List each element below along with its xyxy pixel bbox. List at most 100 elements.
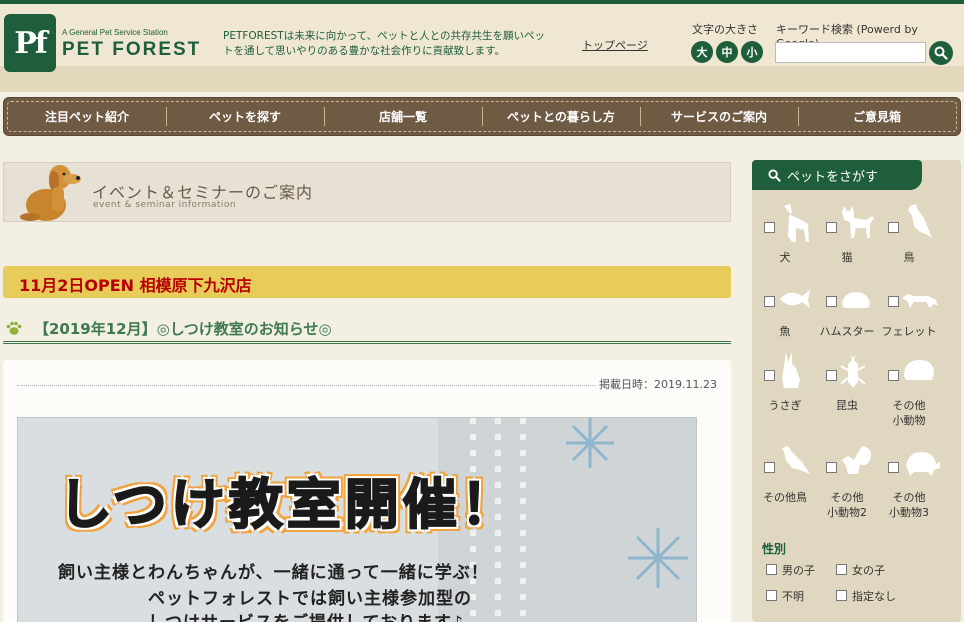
- pet-option-hamster[interactable]: ハムスター: [816, 276, 878, 346]
- seminar-poster: しつけ教室開催！ 飼い主様とわんちゃんが、一緒に通って一緒に学ぶ！ ペットフォレ…: [17, 417, 697, 622]
- pet-label: 鳥: [903, 251, 915, 264]
- gender-checkbox[interactable]: [836, 564, 847, 575]
- pet-checkbox[interactable]: [764, 462, 775, 473]
- pet-option-cat[interactable]: 猫: [816, 202, 878, 272]
- event-banner: イベント＆セミナーのご案内 event & seminar informatio…: [3, 162, 731, 222]
- pet-checkbox[interactable]: [826, 222, 837, 233]
- pet-label: 魚: [779, 325, 791, 338]
- nav-living-with-pets[interactable]: ペットとの暮らし方: [482, 102, 640, 131]
- cat-icon: [842, 206, 874, 238]
- pet-label: フェレット: [881, 325, 937, 338]
- post-content: 掲載日時：2019.11.23 しつけ教室開催！ 飼い主様とわんちゃんが、一緒に…: [3, 360, 731, 622]
- gender-checkbox[interactable]: [766, 564, 777, 575]
- logo-subtitle: A General Pet Service Station: [62, 28, 168, 37]
- hamster-icon: [842, 292, 870, 308]
- pet-checkbox[interactable]: [888, 370, 899, 381]
- pet-option-other-bird[interactable]: その他鳥: [754, 442, 816, 512]
- top-page-link[interactable]: トップページ: [582, 37, 648, 53]
- gender-checkbox[interactable]: [836, 590, 847, 601]
- font-size-medium-button[interactable]: 中: [716, 41, 738, 63]
- main-nav: 注目ペット紹介 ペットを探す 店舗一覧 ペットとの暮らし方 サービスのご案内 ご…: [3, 97, 961, 136]
- pet-option-other-small-2[interactable]: その他 小動物2: [816, 442, 878, 519]
- fish-icon: [780, 290, 810, 308]
- turtle-icon: [906, 452, 940, 476]
- pet-checkbox[interactable]: [826, 296, 837, 307]
- squirrel-icon: [842, 446, 871, 474]
- logo-wordmark[interactable]: PET FOREST: [62, 39, 201, 61]
- other-bird-icon: [782, 446, 810, 474]
- pet-checkbox[interactable]: [826, 462, 837, 473]
- gender-label: 男の子: [782, 564, 815, 577]
- pet-label: ハムスター: [819, 325, 875, 338]
- post-title-row: 【2019年12月】◎しつけ教室のお知らせ◎: [3, 316, 731, 344]
- search-input[interactable]: [775, 42, 926, 63]
- nav-services[interactable]: サービスのご案内: [640, 102, 798, 131]
- rabbit-icon: [782, 352, 800, 388]
- pet-option-insect[interactable]: 昆虫: [816, 350, 878, 420]
- poster-line-3: しつけサービスをご提供しております♪: [148, 608, 464, 622]
- gender-option-female[interactable]: 女の子: [836, 562, 885, 578]
- sidebar-header: ペットをさがす: [752, 160, 922, 190]
- gender-filter-title: 性別: [762, 542, 787, 556]
- nav-store-list[interactable]: 店舗一覧: [324, 102, 482, 131]
- nav-feedback[interactable]: ご意見箱: [798, 102, 956, 131]
- nav-find-pets[interactable]: ペットを探す: [166, 102, 324, 131]
- pet-option-dog[interactable]: 犬: [754, 202, 816, 272]
- gender-option-unknown[interactable]: 不明: [766, 588, 804, 604]
- gender-option-any[interactable]: 指定なし: [836, 588, 896, 604]
- pet-label: その他 小動物3: [889, 491, 929, 519]
- poster-title: しつけ教室開催！: [57, 472, 519, 537]
- pet-option-other-small-3[interactable]: その他 小動物3: [878, 442, 940, 519]
- main-nav-inner: 注目ペット紹介 ペットを探す 店舗一覧 ペットとの暮らし方 サービスのご案内 ご…: [7, 101, 957, 132]
- font-size-label: 文字の大きさ: [692, 23, 758, 36]
- post-title: 【2019年12月】◎しつけ教室のお知らせ◎: [34, 320, 332, 338]
- pet-checkbox[interactable]: [826, 370, 837, 381]
- pet-option-bird[interactable]: 鳥: [878, 202, 940, 272]
- pet-checkbox[interactable]: [888, 462, 899, 473]
- pet-checkbox[interactable]: [764, 296, 775, 307]
- header-texture-band: [0, 66, 964, 92]
- post-date: 掲載日時：2019.11.23: [595, 376, 717, 392]
- pet-checkbox[interactable]: [888, 222, 899, 233]
- gender-label: 不明: [782, 590, 804, 603]
- gender-option-male[interactable]: 男の子: [766, 562, 815, 578]
- site-tagline: PETFORESTは未来に向かって、ペットと人との共存共生を願いペットを通して思…: [223, 30, 546, 57]
- poster-line-2: ペットフォレストでは飼い主様参加型の: [148, 589, 472, 609]
- pet-option-other-small[interactable]: その他 小動物: [878, 350, 940, 427]
- golden-retriever-icon: [20, 165, 81, 221]
- pet-label: 昆虫: [836, 399, 858, 412]
- search-button[interactable]: [929, 41, 953, 65]
- pet-label: うさぎ: [768, 399, 802, 412]
- pet-label: 猫: [841, 251, 853, 264]
- pet-option-rabbit[interactable]: うさぎ: [754, 350, 816, 420]
- gender-label: 女の子: [852, 564, 885, 577]
- pet-checkbox[interactable]: [888, 296, 899, 307]
- sidebar-header-label: ペットをさがす: [787, 169, 879, 185]
- pet-label: その他 小動物2: [827, 491, 867, 519]
- pet-option-ferret[interactable]: フェレット: [878, 276, 940, 346]
- beetle-icon: [840, 354, 866, 388]
- pet-checkbox[interactable]: [764, 370, 775, 381]
- small-animal-icon: [904, 360, 934, 380]
- announcement-text[interactable]: 11月2日OPEN 相模原下九沢店: [19, 272, 252, 296]
- announcement-bar[interactable]: 11月2日OPEN 相模原下九沢店: [3, 266, 731, 298]
- event-subtitle: event & seminar information: [93, 200, 237, 210]
- paw-icon: [6, 321, 22, 335]
- dog-icon: [784, 204, 809, 242]
- font-size-small-button[interactable]: 小: [741, 41, 763, 63]
- poster-line-1: 飼い主様とわんちゃんが、一緒に通って一緒に学ぶ！: [58, 563, 489, 583]
- gender-checkbox[interactable]: [766, 590, 777, 601]
- logo-mark[interactable]: Pf: [4, 14, 56, 72]
- search-icon: [768, 168, 781, 182]
- pet-option-fish[interactable]: 魚: [754, 276, 816, 346]
- pet-label: 犬: [779, 251, 791, 264]
- font-size-large-button[interactable]: 大: [691, 41, 713, 63]
- search-icon: [934, 46, 948, 60]
- pet-label: その他 小動物: [892, 399, 926, 427]
- site-header: Pf A General Pet Service Station PET FOR…: [0, 4, 964, 92]
- pet-checkbox[interactable]: [764, 222, 775, 233]
- nav-featured-pets[interactable]: 注目ペット紹介: [8, 102, 166, 131]
- pet-label: その他鳥: [763, 491, 807, 504]
- bird-icon: [908, 204, 932, 238]
- pet-search-sidebar: ペットをさがす 犬 猫 鳥 魚 ハムスター フェレット うさぎ 昆虫 その他 小…: [752, 160, 961, 622]
